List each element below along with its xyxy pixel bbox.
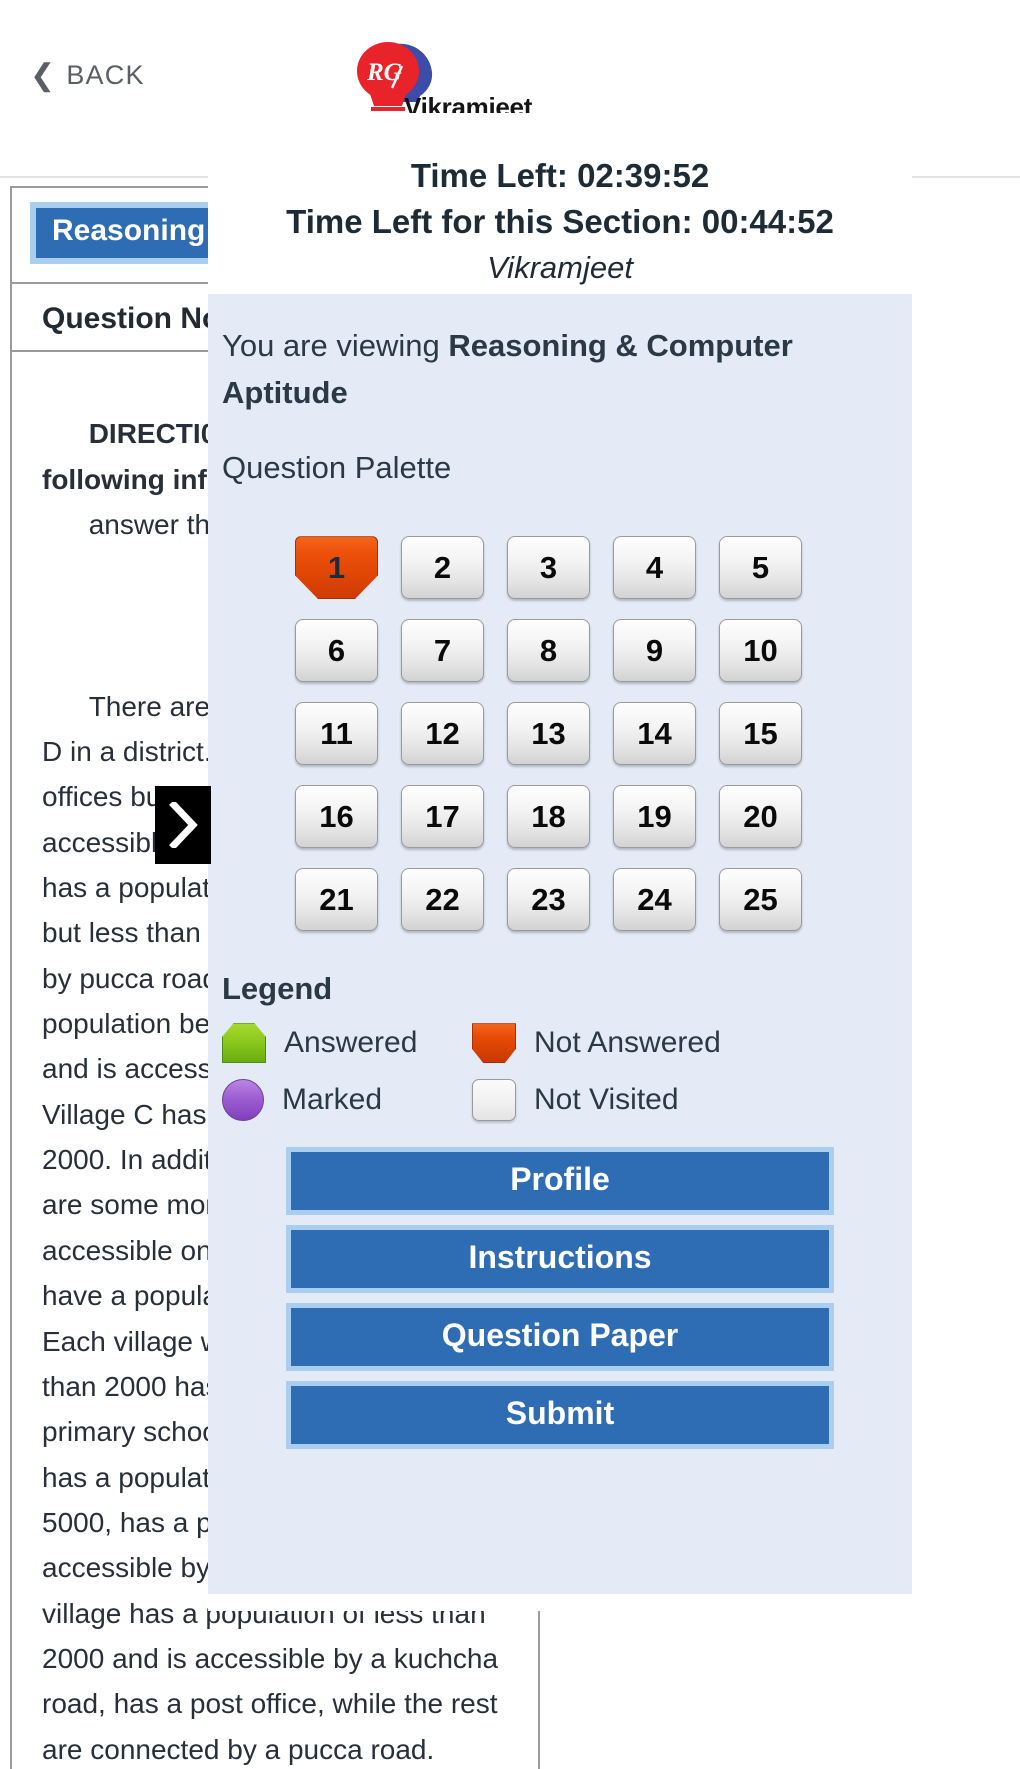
question-palette-item[interactable]: 15	[719, 702, 802, 766]
question-palette-item-number: 16	[295, 785, 378, 849]
question-palette-item-number: 1	[295, 536, 378, 600]
not-visited-square-icon	[472, 1079, 516, 1122]
legend-label-marked: Marked	[282, 1083, 383, 1117]
legend-item-not-visited: Not Visited	[472, 1079, 912, 1122]
chevron-right-icon	[168, 802, 198, 848]
question-palette-item[interactable]: 12	[401, 702, 484, 766]
question-palette-item-number: 6	[295, 619, 378, 683]
candidate-name-label: Vikramjeet	[487, 250, 633, 286]
question-palette-item[interactable]: 5	[719, 536, 802, 600]
question-palette-item[interactable]: 2	[401, 536, 484, 600]
question-palette-item-number: 10	[719, 619, 802, 683]
submit-button[interactable]: Submit	[286, 1381, 834, 1450]
question-palette-item-number: 9	[613, 619, 696, 683]
question-palette-item-number: 13	[507, 702, 590, 766]
question-palette-item-number: 24	[613, 868, 696, 932]
legend-heading: Legend	[222, 971, 333, 1007]
question-palette-item[interactable]: 11	[295, 702, 378, 766]
back-button-label: BACK	[66, 60, 145, 90]
chevron-left-icon: ❮	[30, 58, 57, 92]
viewing-prefix-text: You are viewing	[222, 328, 449, 364]
viewing-section-line: You are viewing Reasoning & Computer Apt…	[208, 322, 912, 416]
question-palette-item[interactable]: 25	[719, 868, 802, 932]
question-palette-item[interactable]: 24	[613, 868, 696, 932]
palette-action-buttons: Profile Instructions Question Paper Subm…	[286, 1147, 834, 1450]
question-palette-panel: Time Left: 02:39:52 Time Left for this S…	[208, 113, 912, 1611]
question-palette-item-number: 12	[401, 702, 484, 766]
legend-label-not-visited: Not Visited	[534, 1083, 679, 1117]
legend-label-answered: Answered	[284, 1026, 418, 1060]
question-palette-item-number: 2	[401, 536, 484, 600]
not-answered-pentagon-icon	[472, 1023, 516, 1064]
legend-grid: Answered Not Answered Marked Not Visited	[222, 1023, 912, 1122]
back-button[interactable]: ❮ BACK	[30, 60, 145, 91]
question-palette-item-number: 8	[507, 619, 590, 683]
question-palette-item[interactable]: 17	[401, 785, 484, 849]
question-palette-item-number: 15	[719, 702, 802, 766]
legend-label-not-answered: Not Answered	[534, 1026, 721, 1060]
question-palette-item-number: 20	[719, 785, 802, 849]
profile-button[interactable]: Profile	[286, 1147, 834, 1216]
section-time-left-label: Time Left for this Section: 00:44:52	[286, 202, 834, 240]
question-palette-item[interactable]: 10	[719, 619, 802, 683]
question-palette-item[interactable]: 6	[295, 619, 378, 683]
question-palette-item[interactable]: 20	[719, 785, 802, 849]
question-palette-item[interactable]: 16	[295, 785, 378, 849]
question-palette-item-number: 17	[401, 785, 484, 849]
question-palette-item[interactable]: 21	[295, 868, 378, 932]
instructions-button[interactable]: Instructions	[286, 1225, 834, 1294]
question-palette-item[interactable]: 22	[401, 868, 484, 932]
question-palette-item[interactable]: 4	[613, 536, 696, 600]
question-palette-item[interactable]: 8	[507, 619, 590, 683]
palette-body: You are viewing Reasoning & Computer Apt…	[208, 294, 912, 1595]
question-palette-item[interactable]: 18	[507, 785, 590, 849]
marked-circle-icon	[222, 1079, 264, 1122]
question-palette-item-number: 3	[507, 536, 590, 600]
question-palette-item[interactable]: 13	[507, 702, 590, 766]
timer-block: Time Left: 02:39:52 Time Left for this S…	[208, 113, 912, 295]
question-palette-item[interactable]: 9	[613, 619, 696, 683]
palette-toggle-button[interactable]	[155, 786, 211, 864]
question-palette-item-number: 11	[295, 702, 378, 766]
legend-item-not-answered: Not Answered	[472, 1023, 912, 1064]
answered-pentagon-icon	[222, 1023, 266, 1064]
question-palette-item-number: 14	[613, 702, 696, 766]
question-palette-item-number: 5	[719, 536, 802, 600]
question-palette-item[interactable]: 7	[401, 619, 484, 683]
question-paper-button[interactable]: Question Paper	[286, 1303, 834, 1372]
exam-screen: ❮ BACK RG Vikramjeet Reasoning Question …	[0, 0, 1020, 1769]
question-palette-item-number: 23	[507, 868, 590, 932]
question-palette-grid: 1 2 3 4 5 6 7 8 9 10 11 12 13 14 15 16 17 18 19 20 21 22 23 24 2…	[295, 536, 825, 932]
question-palette-item-number: 4	[613, 536, 696, 600]
question-palette-item-number: 7	[401, 619, 484, 683]
question-palette-item-number: 18	[507, 785, 590, 849]
question-palette-item-number: 19	[613, 785, 696, 849]
question-palette-item-number: 21	[295, 868, 378, 932]
legend-item-marked: Marked	[222, 1079, 472, 1122]
question-palette-item[interactable]: 3	[507, 536, 590, 600]
question-palette-item[interactable]: 19	[613, 785, 696, 849]
question-palette-item[interactable]: 1	[295, 536, 378, 600]
question-palette-heading: Question Palette	[222, 450, 452, 486]
question-palette-item-number: 25	[719, 868, 802, 932]
question-palette-item-number: 22	[401, 868, 484, 932]
legend-item-answered: Answered	[222, 1023, 472, 1064]
question-palette-item[interactable]: 23	[507, 868, 590, 932]
question-palette-item[interactable]: 14	[613, 702, 696, 766]
time-left-label: Time Left: 02:39:52	[410, 157, 710, 194]
svg-text:RG: RG	[366, 59, 402, 86]
